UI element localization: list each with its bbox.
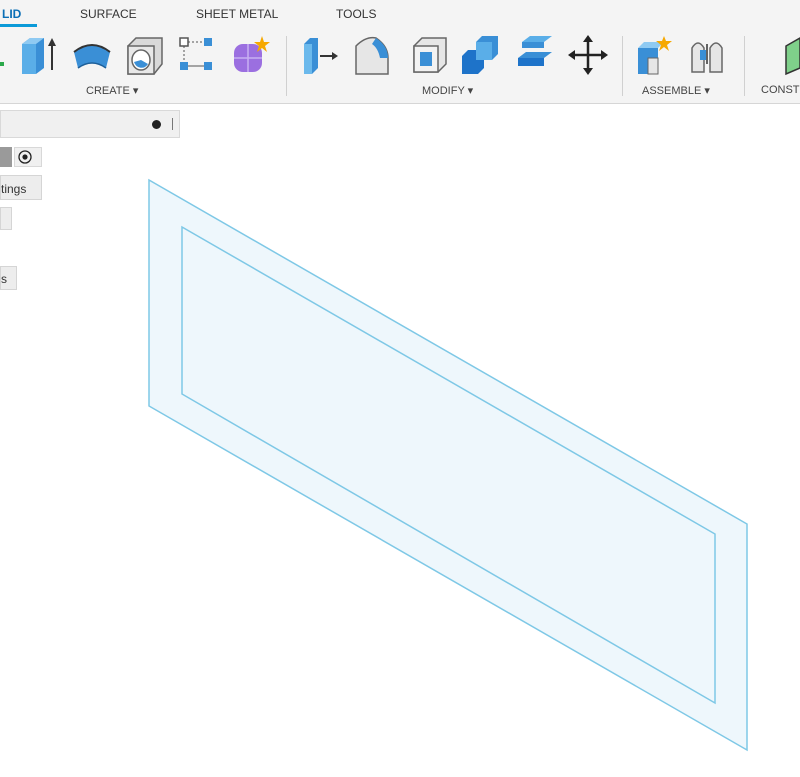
assemble-menu[interactable]: ASSEMBLE ▾: [642, 84, 710, 97]
create-form-icon[interactable]: [230, 34, 270, 76]
ribbon-tabs: LID SURFACE SHEET METAL TOOLS: [0, 0, 800, 30]
separator: [622, 36, 623, 96]
pattern-icon[interactable]: [178, 34, 216, 76]
toolbar: LID SURFACE SHEET METAL TOOLS CREATE ▾ M…: [0, 0, 800, 104]
tab-tools[interactable]: TOOLS: [336, 7, 376, 21]
tab-surface[interactable]: SURFACE: [80, 7, 137, 21]
create-menu[interactable]: CREATE ▾: [86, 84, 138, 97]
extrude-icon[interactable]: [18, 34, 56, 76]
move-icon[interactable]: [568, 34, 608, 76]
hole-icon[interactable]: [124, 34, 163, 76]
active-tab-indicator: [0, 24, 37, 27]
sketch-profile[interactable]: [0, 104, 800, 772]
tab-solid[interactable]: LID: [2, 7, 21, 21]
revolve-icon[interactable]: [72, 34, 111, 76]
tab-sheet-metal[interactable]: SHEET METAL: [196, 7, 278, 21]
new-sketch-icon[interactable]: [0, 34, 10, 76]
press-pull-icon[interactable]: [300, 34, 338, 76]
offset-plane-icon[interactable]: [784, 34, 800, 76]
modify-menu[interactable]: MODIFY ▾: [422, 84, 473, 97]
separator: [286, 36, 287, 96]
joint-icon[interactable]: [688, 34, 726, 76]
shell-icon[interactable]: [410, 34, 448, 76]
fillet-icon[interactable]: [352, 34, 390, 76]
separator: [744, 36, 745, 96]
construct-menu[interactable]: CONST: [761, 84, 800, 96]
new-component-icon[interactable]: [634, 34, 672, 76]
canvas-viewport[interactable]: [0, 104, 800, 772]
combine-icon[interactable]: [460, 34, 498, 76]
offset-face-icon[interactable]: [514, 34, 552, 76]
